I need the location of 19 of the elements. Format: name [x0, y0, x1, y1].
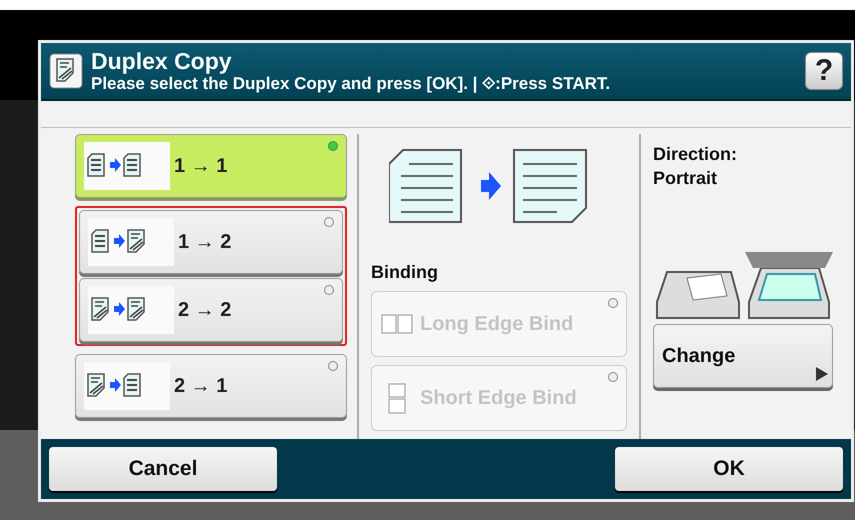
- mode-button[interactable]: 2 → 2: [79, 278, 343, 342]
- mode-button[interactable]: 2 → 1: [75, 354, 347, 418]
- copy-mode-icon: [88, 286, 174, 334]
- mode-button[interactable]: 1 → 2: [79, 210, 343, 274]
- copy-mode-icon: [84, 142, 170, 190]
- cancel-button[interactable]: Cancel: [49, 447, 277, 492]
- mode-button[interactable]: 1 → 1: [75, 134, 347, 198]
- copy-mode-icon: [84, 362, 170, 410]
- copy-mode-icon: [88, 218, 174, 266]
- ok-button[interactable]: OK: [615, 447, 843, 492]
- dialog-title: Duplex Copy: [91, 48, 233, 74]
- instruction-text: Please select the Duplex Copy and press [OK]. | ⟐:Press START.: [91, 74, 612, 94]
- direction-value: Portrait: [653, 167, 718, 190]
- duplex-copy-icon: [49, 53, 83, 90]
- direction-label: Direction:: [653, 143, 738, 166]
- binding-label: Binding: [371, 262, 439, 284]
- help-button[interactable]: ?: [805, 52, 843, 90]
- play-arrow-icon: [816, 367, 828, 382]
- change-button[interactable]: Change: [653, 324, 833, 388]
